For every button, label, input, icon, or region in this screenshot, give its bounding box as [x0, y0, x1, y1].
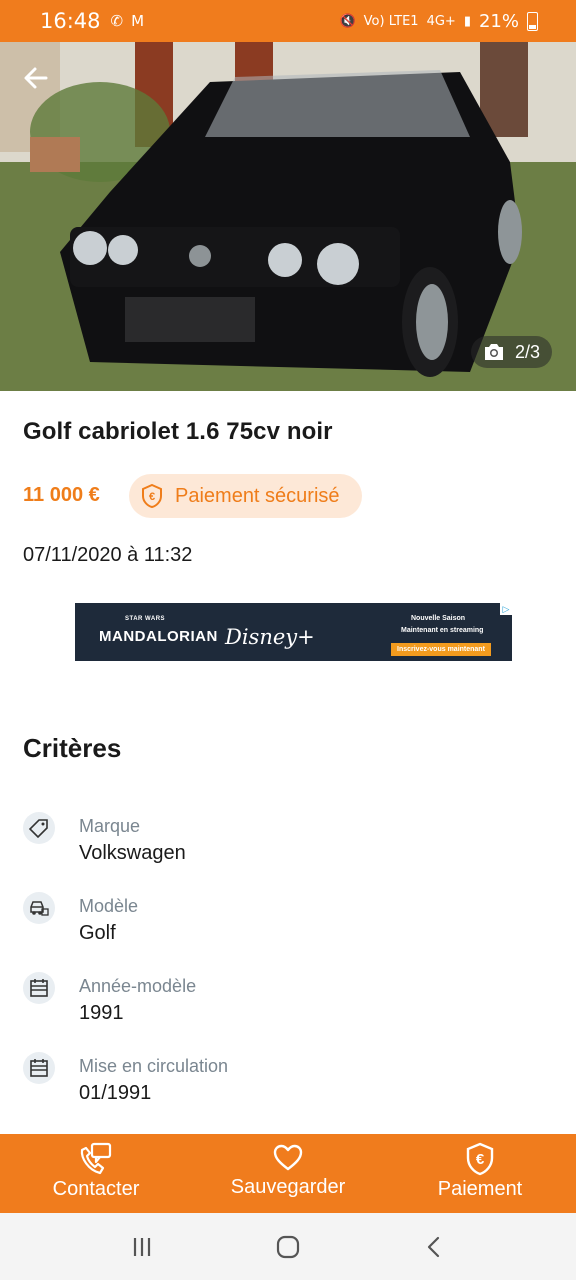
calendar-icon: [23, 1052, 55, 1084]
recent-apps-icon[interactable]: [130, 1235, 154, 1259]
listing-title: Golf cabriolet 1.6 75cv noir: [23, 418, 333, 445]
home-icon[interactable]: [275, 1234, 301, 1260]
secure-payment-badge[interactable]: € Paiement sécurisé: [129, 474, 362, 518]
system-nav-bar: [0, 1213, 576, 1280]
payment-label: Paiement: [437, 1178, 523, 1200]
photo-counter: 2/3: [470, 336, 552, 368]
criteria-label: Modèle: [79, 896, 139, 916]
whatsapp-icon: ✆: [110, 12, 124, 30]
signal-icon: ▮: [463, 13, 471, 29]
ad-banner[interactable]: STAR WARS MANDALORIAN Disney+ Nouvelle Sa…: [75, 603, 512, 661]
ad-brand: Disney+: [225, 625, 315, 649]
shield-euro-icon: €: [466, 1142, 494, 1176]
calendar-icon: [23, 972, 55, 1004]
save-button[interactable]: Sauvegarder: [192, 1134, 384, 1213]
status-bar: 16:48 ✆ M 🔇 Vo) LTE1 4G+ ▮ 21%: [0, 0, 576, 42]
back-arrow-icon: [24, 67, 48, 89]
contact-label: Contacter: [52, 1178, 140, 1200]
listing-photo[interactable]: 2/3: [0, 42, 576, 391]
criteria-label: Année-modèle: [79, 976, 197, 996]
criteria-item: Marque Volkswagen: [23, 812, 543, 872]
battery-icon: [527, 11, 538, 31]
ad-cta-button[interactable]: Inscrivez-vous maintenant: [391, 643, 491, 656]
listing-date: 07/11/2020 à 11:32: [23, 544, 193, 566]
criteria-label: Marque: [79, 816, 141, 836]
back-icon[interactable]: [422, 1235, 446, 1259]
ad-title: STAR WARS MANDALORIAN: [99, 616, 218, 645]
back-button[interactable]: [22, 64, 58, 100]
gmail-icon: M: [131, 12, 145, 30]
bottom-action-bar: Contacter Sauvegarder € Paiement: [0, 1134, 576, 1213]
criteria-value: Golf: [79, 922, 116, 944]
tag-icon: [23, 812, 55, 844]
listing-price: 11 000 €: [23, 484, 100, 506]
heart-icon: [273, 1144, 303, 1171]
svg-text:€: €: [476, 1151, 485, 1168]
ad-line1: Nouvelle Saison: [411, 615, 466, 622]
criteria-item: Modèle Golf: [23, 892, 543, 952]
criteria-value: 01/1991: [79, 1082, 152, 1104]
camera-icon: [484, 344, 503, 360]
criteria-label: Mise en circulation: [79, 1056, 229, 1076]
network-label: Vo) LTE1: [363, 13, 419, 29]
contact-button[interactable]: Contacter: [0, 1134, 192, 1213]
photo-counter-text: 2/3: [514, 341, 540, 362]
data-label: 4G+: [426, 13, 456, 29]
car-icon: [23, 892, 55, 924]
criteria-item: Mise en circulation 01/1991: [23, 1052, 543, 1112]
status-time: 16:48: [40, 9, 101, 33]
secure-payment-label: Paiement sécurisé: [175, 484, 340, 507]
save-label: Sauvegarder: [230, 1176, 346, 1198]
payment-button[interactable]: € Paiement: [384, 1134, 576, 1213]
mute-icon: 🔇: [339, 13, 356, 29]
criteria-heading: Critères: [23, 733, 122, 763]
criteria-value: 1991: [79, 1002, 124, 1024]
phone-chat-icon: [80, 1142, 112, 1175]
battery-percent: 21%: [478, 10, 519, 32]
criteria-value: Volkswagen: [79, 842, 186, 864]
ad-line2: Maintenant en streaming: [401, 627, 484, 634]
criteria-item: Année-modèle 1991: [23, 972, 543, 1032]
ad-info-icon[interactable]: ▷: [500, 603, 512, 615]
shield-euro-icon: €: [142, 484, 162, 508]
svg-text:€: €: [149, 491, 155, 503]
